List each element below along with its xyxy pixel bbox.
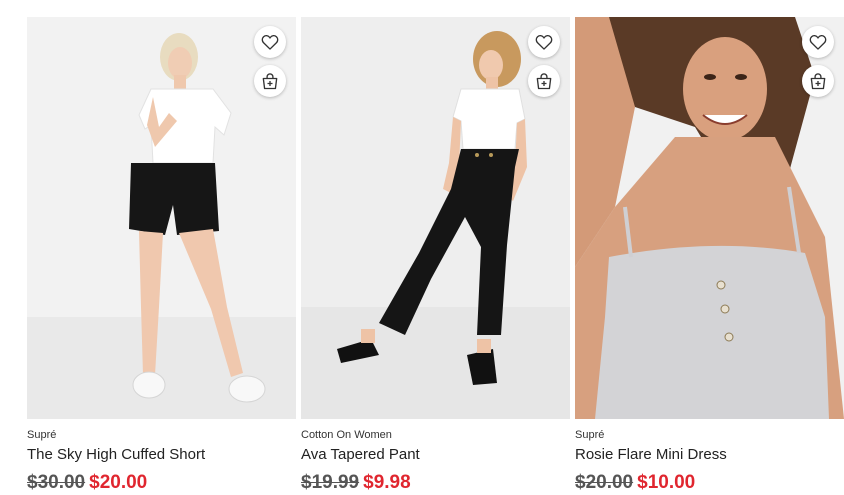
product-brand: Supré bbox=[27, 429, 57, 441]
was-price: $20.00 bbox=[575, 472, 634, 493]
product-price: $20.00 $10.00 bbox=[575, 471, 844, 495]
product-name[interactable]: Ava Tapered Pant bbox=[301, 445, 570, 464]
wishlist-button[interactable] bbox=[528, 26, 560, 58]
product-card[interactable]: Cotton On Women Ava Tapered Pant $19.99 $… bbox=[301, 17, 570, 495]
product-image[interactable] bbox=[27, 17, 296, 419]
product-card[interactable]: Supré The Sky High Cuffed Short $30.00 $2… bbox=[27, 17, 296, 495]
add-to-bag-button[interactable] bbox=[802, 65, 834, 97]
product-grid: Supré The Sky High Cuffed Short $30.00 $2… bbox=[27, 17, 844, 495]
heart-icon bbox=[261, 34, 279, 50]
product-brand: Supré bbox=[575, 429, 605, 441]
product-image[interactable] bbox=[301, 17, 570, 419]
was-price: $30.00 bbox=[27, 472, 86, 493]
product-card[interactable]: Supré Rosie Flare Mini Dress $20.00 $10.0… bbox=[575, 17, 844, 495]
heart-icon bbox=[535, 34, 553, 50]
wishlist-button[interactable] bbox=[802, 26, 834, 58]
product-price: $19.99 $9.98 bbox=[301, 471, 570, 495]
was-price: $19.99 bbox=[301, 472, 360, 493]
shopping-bag-plus-icon bbox=[810, 73, 826, 90]
wishlist-button[interactable] bbox=[254, 26, 286, 58]
product-name[interactable]: The Sky High Cuffed Short bbox=[27, 445, 296, 464]
shopping-bag-plus-icon bbox=[262, 73, 278, 90]
product-image[interactable] bbox=[575, 17, 844, 419]
sale-price: $20.00 bbox=[89, 472, 148, 493]
product-price: $30.00 $20.00 bbox=[27, 471, 296, 495]
sale-price: $9.98 bbox=[363, 472, 411, 493]
heart-icon bbox=[809, 34, 827, 50]
sale-price: $10.00 bbox=[637, 472, 696, 493]
add-to-bag-button[interactable] bbox=[528, 65, 560, 97]
product-name[interactable]: Rosie Flare Mini Dress bbox=[575, 445, 844, 464]
product-brand: Cotton On Women bbox=[301, 429, 392, 441]
add-to-bag-button[interactable] bbox=[254, 65, 286, 97]
shopping-bag-plus-icon bbox=[536, 73, 552, 90]
